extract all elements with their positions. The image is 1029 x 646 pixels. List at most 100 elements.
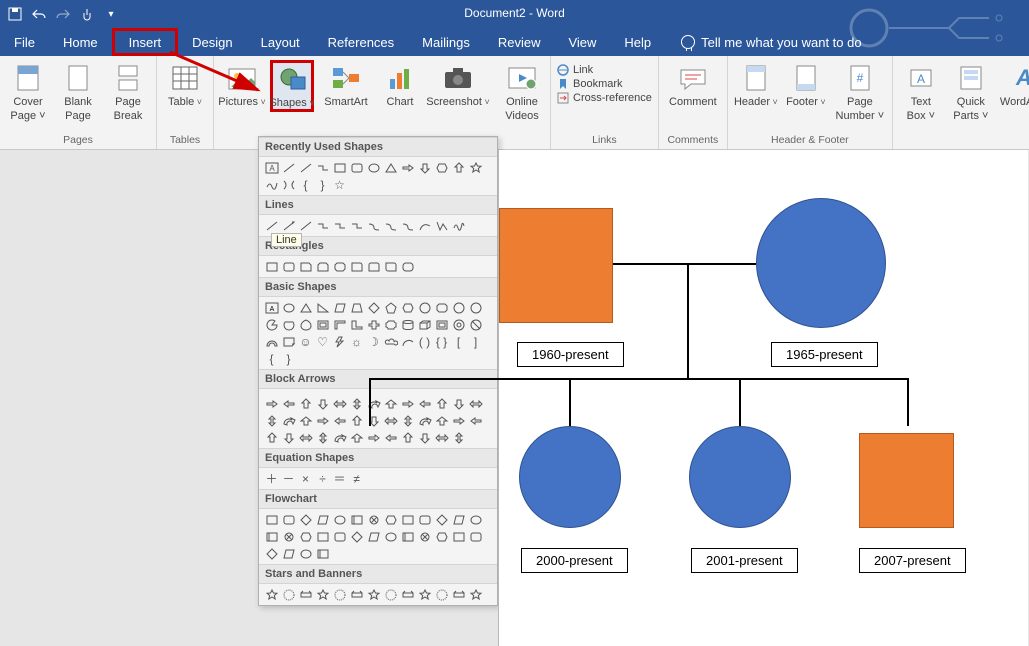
circle-shape-1[interactable] [756,198,886,328]
shape-glyph[interactable] [433,412,450,429]
shape-glyph[interactable] [280,545,297,562]
shape-glyph[interactable] [416,511,433,528]
tab-file[interactable]: File [0,28,49,56]
smartart-button[interactable]: SmartArt [320,60,372,108]
shape-glyph[interactable] [314,528,331,545]
plus-shape[interactable]: ＋ [263,470,280,487]
heptagon-shape[interactable] [416,299,433,316]
cover-page-button[interactable]: CoverPage ˅ [6,60,50,122]
tab-mailings[interactable]: Mailings [408,28,484,56]
shape-glyph[interactable] [450,395,467,412]
shape-glyph[interactable] [263,429,280,446]
shape-glyph[interactable] [314,586,331,603]
circle-shape-2[interactable] [519,426,621,528]
shape-glyph[interactable] [297,395,314,412]
shape-glyph[interactable] [467,586,484,603]
page-number-button[interactable]: # PageNumber ˅ [834,60,886,122]
tell-me[interactable]: Tell me what you want to do [665,28,861,56]
triangle-shape[interactable] [382,159,399,176]
pictures-button[interactable]: Pictures [220,60,264,108]
chart-button[interactable]: Chart [378,60,422,108]
shape-glyph[interactable] [280,429,297,446]
arc-shape[interactable] [399,333,416,350]
shape-glyph[interactable] [263,511,280,528]
divide-shape[interactable]: ÷ [314,470,331,487]
minus-shape[interactable]: － [280,470,297,487]
save-icon[interactable] [6,5,24,23]
shape-glyph[interactable] [297,511,314,528]
shape-glyph[interactable] [297,412,314,429]
shape-glyph[interactable] [399,511,416,528]
caption-2[interactable]: 1965-present [771,342,878,367]
brace-shape[interactable]: { [263,350,280,367]
rounded-rectangle-shape[interactable] [348,159,365,176]
double-arrow-line-shape[interactable] [297,217,314,234]
shape-glyph[interactable] [263,395,280,412]
snip-rectangle-shape[interactable] [297,258,314,275]
right-triangle-shape[interactable] [314,299,331,316]
cross-reference-button[interactable]: Cross-reference [557,92,652,104]
rectangle-shape[interactable] [263,258,280,275]
shape-glyph[interactable] [348,586,365,603]
shape-glyph[interactable] [450,429,467,446]
shape-glyph[interactable] [280,511,297,528]
star-shape[interactable]: ☆ [331,176,348,193]
arrow-down-shape[interactable] [416,159,433,176]
shape-glyph[interactable] [263,545,280,562]
round-rectangle-shape[interactable] [365,258,382,275]
shape-glyph[interactable] [433,586,450,603]
shape-glyph[interactable] [365,528,382,545]
multiply-shape[interactable]: × [297,470,314,487]
shape-glyph[interactable] [382,528,399,545]
shape-glyph[interactable] [331,395,348,412]
shape-glyph[interactable] [314,545,331,562]
shape-glyph[interactable] [331,429,348,446]
shape-glyph[interactable] [331,511,348,528]
elbow-double-arrow-connector-shape[interactable] [348,217,365,234]
l-shape[interactable] [348,316,365,333]
shape-glyph[interactable] [450,412,467,429]
shapes-gallery-dropdown[interactable]: Recently Used Shapes A { } ☆ Lines Lin [258,136,498,606]
shape-glyph[interactable] [314,412,331,429]
curved-double-arrow-connector-shape[interactable] [399,217,416,234]
tab-references[interactable]: References [314,28,408,56]
tab-home[interactable]: Home [49,28,112,56]
heart-shape[interactable]: ♡ [314,333,331,350]
arrow-up-shape[interactable] [450,159,467,176]
block-arc-shape[interactable] [263,333,280,350]
square-shape-1[interactable] [499,208,613,323]
caption-5[interactable]: 2007-present [859,548,966,573]
shape-glyph[interactable] [280,528,297,545]
lightning-shape[interactable] [331,333,348,350]
not-equal-shape[interactable]: ≠ [348,470,365,487]
no-symbol-shape[interactable] [467,316,484,333]
freeform-shape[interactable] [280,176,297,193]
brace-shape[interactable]: } [314,176,331,193]
tab-design[interactable]: Design [178,28,246,56]
text-box-button[interactable]: A TextBox ˅ [899,60,943,122]
brace-shape[interactable]: } [280,350,297,367]
touch-mode-icon[interactable] [78,5,96,23]
freeform-shape[interactable] [433,217,450,234]
page-break-button[interactable]: PageBreak [106,60,150,122]
shape-glyph[interactable] [467,511,484,528]
shape-glyph[interactable] [382,429,399,446]
shape-glyph[interactable] [297,528,314,545]
snip-rectangle-shape[interactable] [314,258,331,275]
shape-glyph[interactable] [399,429,416,446]
shape-glyph[interactable] [314,511,331,528]
snip-rectangle-shape[interactable] [331,258,348,275]
star-shape[interactable] [467,159,484,176]
shape-glyph[interactable] [297,586,314,603]
curved-arrow-connector-shape[interactable] [382,217,399,234]
shape-glyph[interactable] [365,429,382,446]
dodecagon-shape[interactable] [467,299,484,316]
shape-glyph[interactable] [280,412,297,429]
cross-shape[interactable] [365,316,382,333]
shape-glyph[interactable] [433,395,450,412]
comment-button[interactable]: Comment [665,60,721,108]
oval-shape[interactable] [280,299,297,316]
arrow-line-shape[interactable] [280,217,297,234]
shape-glyph[interactable] [467,395,484,412]
caption-3[interactable]: 2000-present [521,548,628,573]
